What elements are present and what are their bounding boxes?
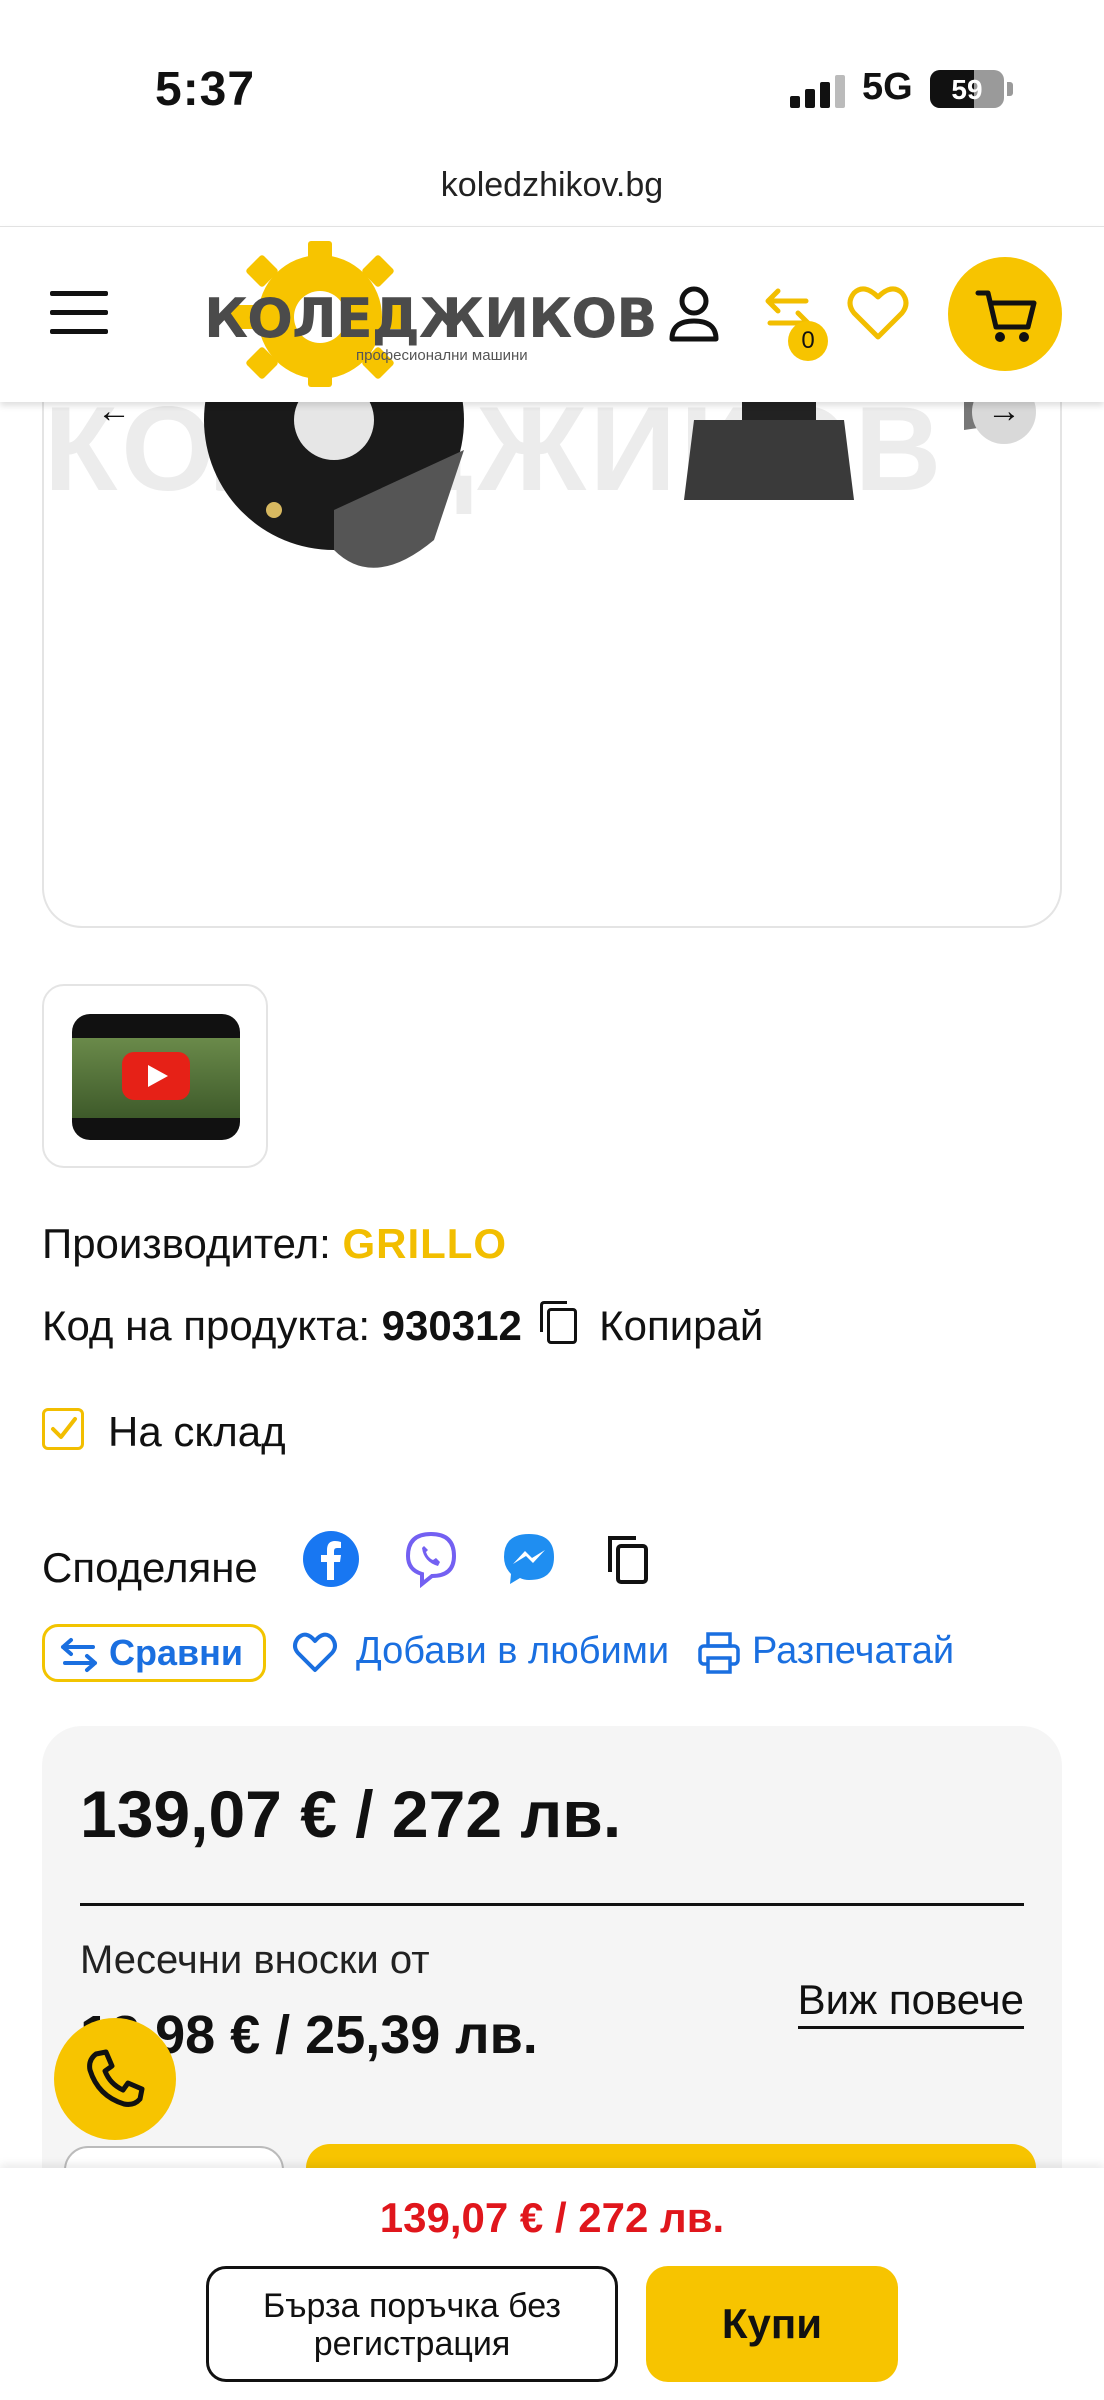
compare-arrows-icon bbox=[61, 1638, 97, 1672]
copy-link-icon[interactable] bbox=[600, 1530, 658, 1588]
status-bar: 5:37 5G 59 bbox=[0, 0, 1104, 150]
menu-icon[interactable] bbox=[50, 291, 110, 335]
user-icon[interactable] bbox=[658, 277, 730, 349]
status-time: 5:37 bbox=[155, 63, 256, 116]
compare-button[interactable]: Сравни bbox=[42, 1624, 266, 1682]
messenger-icon[interactable] bbox=[500, 1530, 558, 1588]
quick-order-button[interactable]: Бърза поръчка без регистрация bbox=[206, 2266, 618, 2382]
sticky-buy-bar: 139,07 € / 272 лв. Бърза поръчка без рег… bbox=[0, 2168, 1104, 2400]
price-divider bbox=[80, 1903, 1024, 1906]
video-preview bbox=[72, 1014, 240, 1140]
print-icon[interactable] bbox=[696, 1630, 742, 1676]
site-header: КОЛЕДЖИКОВ професионални машини 0 bbox=[0, 226, 1104, 402]
installments-label: Месечни вноски от bbox=[80, 1938, 430, 1982]
battery-level: 59 bbox=[951, 74, 983, 105]
call-button[interactable] bbox=[54, 2018, 176, 2140]
sticky-price: 139,07 € / 272 лв. bbox=[379, 2194, 725, 2241]
logo-text: КОЛЕДЖИКОВ bbox=[204, 287, 657, 350]
heart-outline-icon[interactable] bbox=[290, 1628, 340, 1676]
manufacturer-row: Производител: GRILLO bbox=[42, 1220, 507, 1268]
manufacturer-link[interactable]: GRILLO bbox=[342, 1220, 507, 1267]
phone-icon bbox=[87, 2049, 145, 2107]
network-type: 5G bbox=[862, 66, 913, 108]
video-thumbnail[interactable] bbox=[42, 984, 268, 1168]
compare-button-label: Сравни bbox=[109, 1632, 244, 1673]
quick-order-line1: Бърза поръчка без bbox=[262, 2287, 562, 2325]
stock-status: На склад bbox=[108, 1408, 286, 1455]
copy-code-button[interactable]: Копирай bbox=[599, 1302, 763, 1349]
youtube-play-icon bbox=[122, 1052, 190, 1100]
battery-icon: 59 bbox=[930, 70, 1004, 108]
quick-order-line2: регистрация bbox=[313, 2325, 511, 2363]
heart-icon[interactable] bbox=[842, 277, 914, 349]
logo-tagline: професионални машини bbox=[356, 347, 528, 364]
cart-icon bbox=[975, 290, 1037, 342]
address-bar-url[interactable]: koledzhikov.bg bbox=[0, 166, 1104, 205]
site-logo[interactable]: КОЛЕДЖИКОВ професионални машини bbox=[200, 237, 657, 387]
add-to-wishlist-link[interactable]: Добави в любими bbox=[356, 1630, 669, 1673]
in-stock-check-icon bbox=[42, 1408, 84, 1450]
product-price: 139,07 € / 272 лв. bbox=[80, 1777, 622, 1851]
product-code-value: 930312 bbox=[381, 1302, 522, 1349]
buy-button[interactable]: Купи bbox=[646, 2266, 898, 2382]
product-code-label: Код на продукта: bbox=[42, 1302, 370, 1349]
share-label: Споделяне bbox=[42, 1544, 258, 1591]
cart-button[interactable] bbox=[948, 257, 1062, 371]
print-link[interactable]: Разпечатай bbox=[752, 1630, 954, 1673]
battery-tip bbox=[1007, 82, 1013, 96]
copy-icon[interactable] bbox=[540, 1301, 578, 1344]
product-code-row: Код на продукта: 930312 Копирай bbox=[42, 1301, 763, 1350]
manufacturer-label: Производител: bbox=[42, 1220, 331, 1267]
facebook-icon[interactable] bbox=[302, 1530, 360, 1588]
signal-icon bbox=[790, 74, 846, 108]
compare-count-badge: 0 bbox=[788, 321, 828, 361]
viber-icon[interactable] bbox=[402, 1530, 460, 1588]
see-more-link[interactable]: Виж повече bbox=[797, 1976, 1024, 2029]
